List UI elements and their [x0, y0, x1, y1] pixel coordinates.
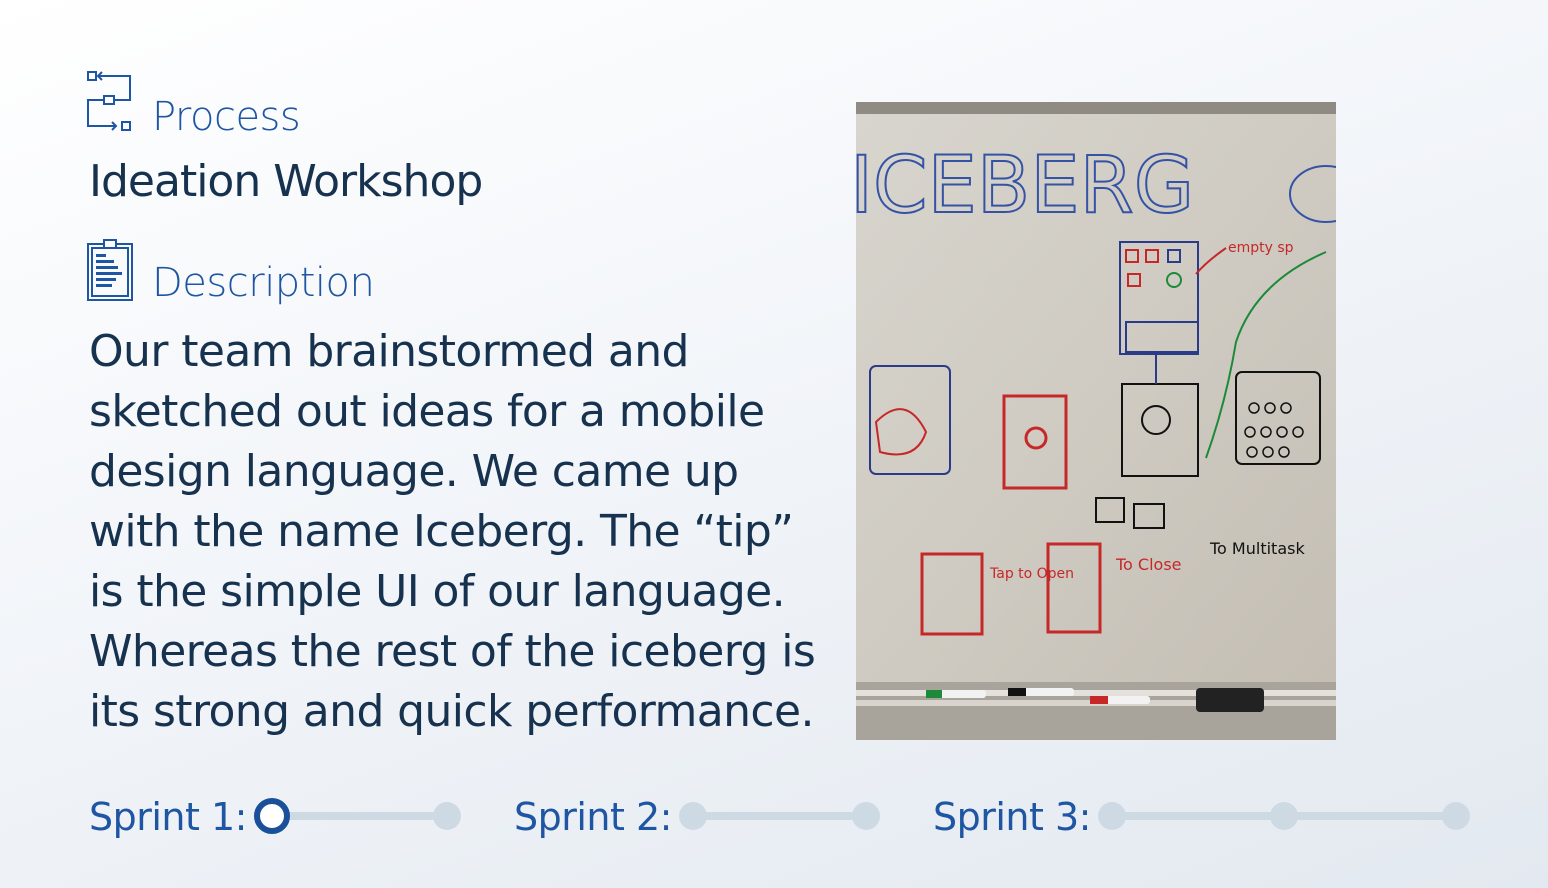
sprint-1-label: Sprint 1:	[89, 795, 247, 839]
sprint-1-track	[280, 812, 446, 820]
process-label: Process	[152, 94, 301, 140]
whiteboard-note: To Multitask	[1209, 539, 1305, 558]
whiteboard-note: Tap to Open	[989, 566, 1074, 582]
page-title: Ideation Workshop	[89, 156, 483, 207]
whiteboard-note: empty sp	[1228, 240, 1294, 256]
process-flow-icon	[87, 71, 131, 131]
sprint-3-step[interactable]	[1442, 802, 1470, 830]
whiteboard-heading: ICEBERG	[856, 141, 1194, 231]
description-text: Our team brainstormed and sketched out i…	[89, 326, 816, 737]
clipboard-icon	[87, 239, 133, 301]
sprint-1-step[interactable]	[433, 802, 461, 830]
sprint-1-current-step[interactable]	[254, 798, 290, 834]
whiteboard-photo: ICEBERG empty sp To Multitask Tap to Ope…	[856, 102, 1336, 740]
sprint-3-label: Sprint 3:	[933, 795, 1091, 839]
sprint-3-step[interactable]	[1098, 802, 1126, 830]
sprint-3-step[interactable]	[1270, 802, 1298, 830]
sprint-2-label: Sprint 2:	[514, 795, 672, 839]
sprint-2-step[interactable]	[679, 802, 707, 830]
sprint-2-track	[692, 812, 866, 820]
whiteboard-note: To Close	[1115, 555, 1182, 574]
sprint-2-step[interactable]	[852, 802, 880, 830]
description-label: Description	[152, 260, 375, 306]
